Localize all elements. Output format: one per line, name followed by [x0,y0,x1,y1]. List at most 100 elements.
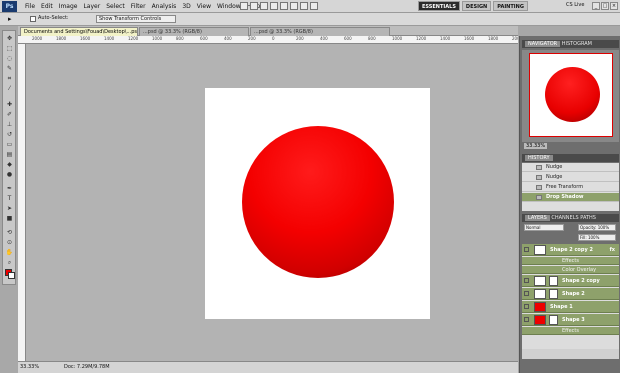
extras-icon[interactable] [260,2,268,10]
tab-layers[interactable]: LAYERS [525,215,550,221]
layer-effects-row[interactable]: Effects [522,327,619,335]
crop-tool-icon[interactable]: ⌗ [5,75,14,82]
lasso-tool-icon[interactable]: ◌ [5,55,14,62]
gradient-tool-icon[interactable]: ▤ [5,151,14,158]
history-item[interactable]: Nudge [522,163,619,172]
ruler-tick-label: 1000 [392,36,403,41]
pen-tool-icon[interactable]: ✒ [5,185,14,192]
cs-live[interactable]: CS Live [566,2,584,8]
photoshop-window: Ps File Edit Image Layer Select Filter A… [0,0,620,373]
blur-tool-icon[interactable]: ◆ [5,161,14,168]
eyedropper-tool-icon[interactable]: ⁄ [5,85,14,92]
vertical-ruler [18,44,26,361]
workspace-switcher: ESSENTIALS DESIGN PAINTING [418,1,528,11]
visibility-icon[interactable] [524,304,529,309]
hand-icon[interactable] [280,2,288,10]
ruler-tick-label: 600 [344,36,352,41]
tab-navigator[interactable]: NAVIGATOR [525,41,561,47]
move-tool-icon[interactable]: ▸ [8,15,12,23]
menu-edit[interactable]: Edit [38,0,56,13]
visibility-icon[interactable] [524,278,529,283]
visibility-icon[interactable] [524,247,529,252]
history-item-label: Drop Shadow [546,194,584,200]
workspace-painting[interactable]: PAINTING [493,1,528,11]
blend-mode-select[interactable]: Normal [524,224,564,231]
menu-file[interactable]: File [22,0,38,13]
layer-row[interactable]: Shape 1 [522,301,619,313]
quick-select-tool-icon[interactable]: ✎ [5,65,14,72]
type-tool-icon[interactable]: T [5,195,14,202]
ruler-tick-label: 1800 [488,36,499,41]
history-state-icon [536,175,542,180]
show-transform-controls[interactable]: Show Transform Controls [96,15,176,23]
tab-document-1[interactable]: Documents and Settings\Fouad\Desktop\...… [20,27,138,36]
menu-analysis[interactable]: Analysis [149,0,180,13]
status-doc-size: Doc: 7.29M/9.78M [64,364,110,370]
history-brush-tool-icon[interactable]: ↺ [5,131,14,138]
navigator-preview[interactable] [529,53,613,137]
history-item[interactable]: Nudge [522,173,619,182]
shape-tool-icon[interactable]: ■ [5,215,14,222]
visibility-icon[interactable] [524,317,529,322]
bridge-icon[interactable] [240,2,248,10]
screen-mode-icon[interactable] [310,2,318,10]
visibility-icon[interactable] [524,291,529,296]
layer-row[interactable]: Shape 3 [522,314,619,326]
layer-effects-row[interactable]: Effects [522,257,619,265]
3d-rotate-tool-icon[interactable]: ⟲ [5,229,14,236]
3d-orbit-tool-icon[interactable]: ⊙ [5,239,14,246]
layer-row[interactable]: Shape 2 [522,288,619,300]
maximize-icon[interactable]: □ [601,2,609,10]
minimize-icon[interactable]: _ [592,2,600,10]
marquee-tool-icon[interactable]: ⬚ [5,45,14,52]
workspace-essentials[interactable]: ESSENTIALS [418,1,460,11]
path-selection-tool-icon[interactable]: ➤ [5,205,14,212]
zoom-tool-icon[interactable]: ⌕ [5,259,14,266]
layer-thumbnail [534,276,546,286]
tab-histogram[interactable]: HISTOGRAM [562,41,592,47]
eraser-tool-icon[interactable]: ▭ [5,141,14,148]
vector-mask-thumbnail [549,315,558,325]
layer-effect-row[interactable]: Color Overlay [522,266,619,274]
arrange-documents-icon[interactable] [300,2,308,10]
menu-image[interactable]: Image [56,0,81,13]
rotate-view-icon[interactable] [290,2,298,10]
vector-mask-thumbnail [549,289,558,299]
history-item[interactable]: Free Transform [522,183,619,192]
close-icon[interactable]: × [610,2,618,10]
clone-stamp-tool-icon[interactable]: ⊥ [5,121,14,128]
mini-bridge-icon[interactable] [250,2,258,10]
hand-tool-icon[interactable]: ✋ [5,249,14,256]
zoom-level-icon[interactable] [270,2,278,10]
history-item-selected[interactable]: Drop Shadow [522,193,619,202]
tab-document-3[interactable]: ...psd @ 33.3% (RGB/8) [250,27,390,36]
tab-channels-paths[interactable]: CHANNELS PATHS [551,215,596,221]
status-zoom[interactable]: 33.33% [20,364,39,370]
dodge-tool-icon[interactable]: ● [5,171,14,178]
ruler-tick-label: 400 [224,36,232,41]
tab-history[interactable]: HISTORY [525,155,553,161]
menu-3d[interactable]: 3D [179,0,193,13]
menu-filter[interactable]: Filter [128,0,149,13]
menu-select[interactable]: Select [103,0,128,13]
menu-view[interactable]: View [194,0,214,13]
vector-mask-thumbnail [549,276,558,286]
menu-bar: Ps File Edit Image Layer Select Filter A… [0,0,620,13]
opacity-field[interactable]: Opacity: 100% [578,224,616,231]
layer-row[interactable]: Shape 2 copy [522,275,619,287]
ruler-tick-label: 2000 [32,36,43,41]
layer-name: Shape 3 [562,317,585,323]
auto-select-checkbox[interactable] [30,16,36,22]
tab-document-2[interactable]: ...psd @ 33.3% (RGB/8) [139,27,249,36]
document-canvas[interactable] [205,88,430,319]
healing-brush-tool-icon[interactable]: ✚ [5,101,14,108]
menu-layer[interactable]: Layer [80,0,103,13]
fill-field[interactable]: Fill: 100% [578,234,616,241]
layer-row[interactable]: Shape 2 copy 2 fx [522,244,619,256]
background-color-swatch[interactable] [8,272,15,279]
navigator-zoom[interactable]: 33.33% [524,143,548,149]
brush-tool-icon[interactable]: ✐ [5,111,14,118]
ruler-tick-label: 800 [368,36,376,41]
workspace-design[interactable]: DESIGN [461,1,492,11]
move-tool-icon[interactable]: ✥ [5,35,14,42]
